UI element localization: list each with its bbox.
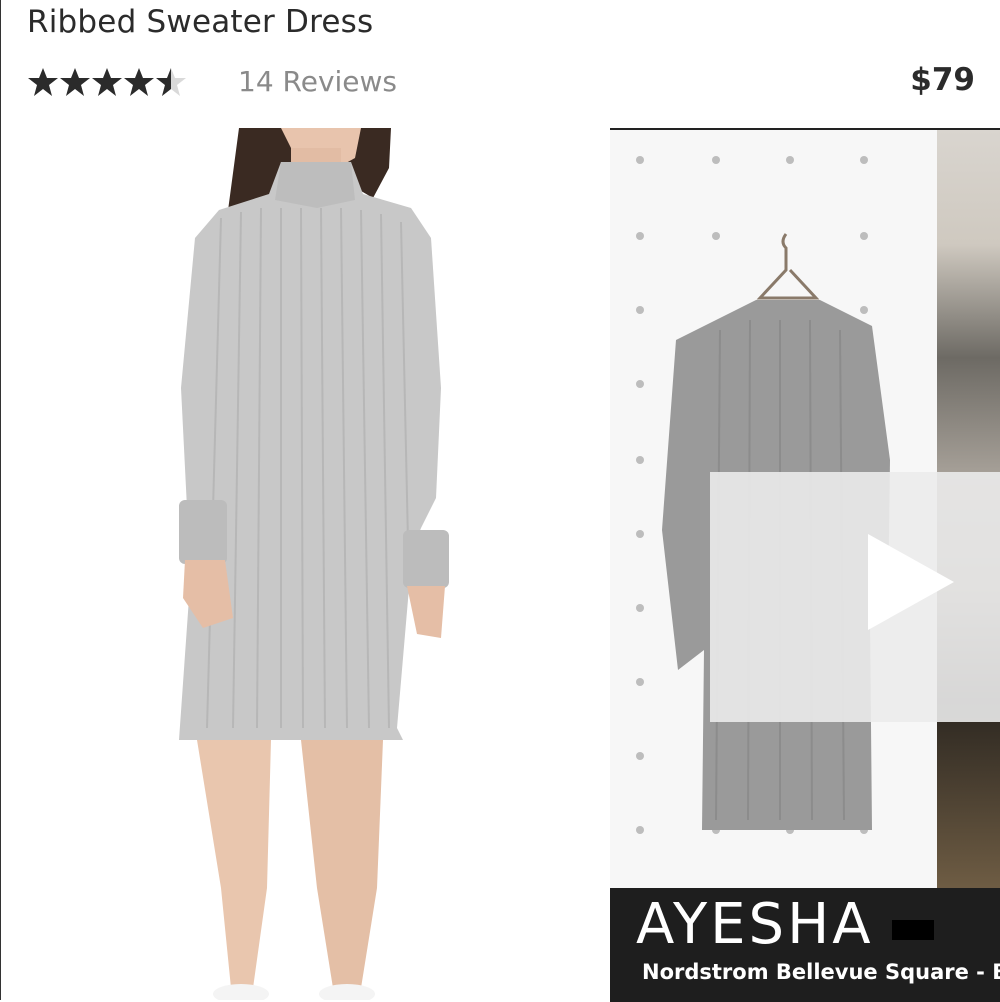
video-caption: AYESHA Nordstrom Bellevue Square - Bell <box>610 888 1000 1002</box>
rating-row: 14 Reviews $79 <box>27 62 977 102</box>
star-half-icon <box>156 68 186 96</box>
price: $79 <box>910 62 975 98</box>
product-image[interactable] <box>141 128 481 1000</box>
caption-name: AYESHA <box>636 892 874 957</box>
star-icon <box>124 68 154 96</box>
product-title: Ribbed Sweater Dress <box>27 4 374 40</box>
star-rating[interactable] <box>27 62 187 102</box>
play-button[interactable] <box>710 472 1000 722</box>
caption-divider <box>892 920 934 940</box>
play-icon <box>868 534 954 630</box>
video-panel[interactable]: AYESHA Nordstrom Bellevue Square - Bell <box>610 128 1000 1002</box>
star-icon <box>92 68 122 96</box>
reviews-link[interactable]: 14 Reviews <box>238 65 397 98</box>
star-icon <box>28 68 58 96</box>
star-icon <box>60 68 90 96</box>
caption-store: Nordstrom Bellevue Square - Bell <box>642 960 1000 984</box>
